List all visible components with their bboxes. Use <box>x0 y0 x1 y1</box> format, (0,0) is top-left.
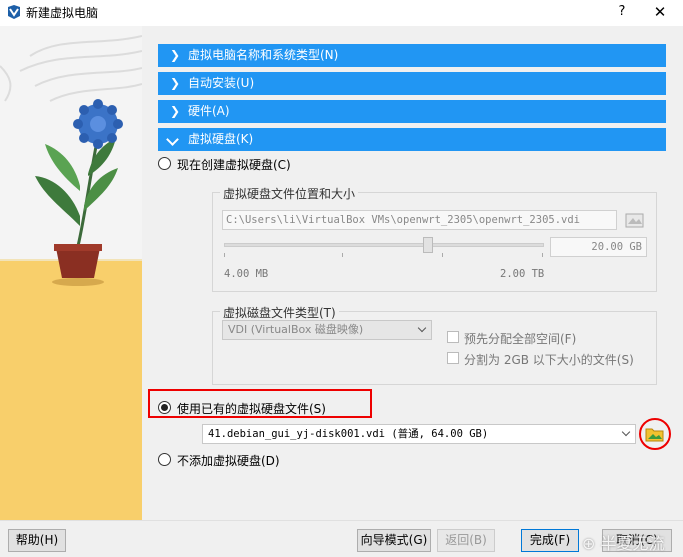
wizard-illustration <box>0 26 142 520</box>
virtualbox-icon <box>8 5 20 19</box>
chevron-down-icon <box>621 427 631 437</box>
section-name-os[interactable]: ❯ 虚拟电脑名称和系统类型(N) <box>158 44 666 67</box>
prealloc-checkbox[interactable] <box>447 331 459 343</box>
split-label[interactable]: 分割为 2GB 以下大小的文件(S) <box>464 351 634 368</box>
slider-tick <box>342 253 343 257</box>
existing-disk-select[interactable]: 41.debian_gui_yj-disk001.vdi (普通, 64.00 … <box>202 424 636 444</box>
chevron-right-icon: ❯ <box>170 48 181 62</box>
slider-tick <box>542 253 543 257</box>
slider-tick <box>224 253 225 257</box>
chevron-down-icon <box>417 323 427 333</box>
chevron-right-icon: ❯ <box>170 76 181 90</box>
create-new-disk-label[interactable]: 现在创建虚拟硬盘(C) <box>177 156 291 173</box>
slider-min-label: 4.00 MB <box>224 268 269 280</box>
disk-type-select[interactable]: VDI (VirtualBox 磁盘映像) <box>222 320 432 340</box>
create-new-disk-radio[interactable] <box>158 157 171 170</box>
disk-size-field[interactable]: 20.00 GB <box>550 237 647 257</box>
existing-disk-value: 41.debian_gui_yj-disk001.vdi (普通, 64.00 … <box>208 428 489 440</box>
section-hard-disk[interactable]: 虚拟硬盘(K) <box>158 128 666 151</box>
disk-location-group-title: 虚拟硬盘文件位置和大小 <box>220 185 359 202</box>
close-button[interactable]: ✕ <box>648 2 672 22</box>
section-label: 硬件(A) <box>188 104 230 118</box>
split-checkbox[interactable] <box>447 352 459 364</box>
plant-illustration <box>0 26 142 520</box>
no-disk-label[interactable]: 不添加虚拟硬盘(D) <box>177 452 280 469</box>
finish-button[interactable]: 完成(F) <box>521 529 579 552</box>
watermark: ⊕ 半夏无流 <box>582 534 665 553</box>
guided-mode-button[interactable]: 向导模式(G) <box>357 529 431 552</box>
button-bar: 帮助(H) 向导模式(G) 返回(B) 完成(F) 取消(C) <box>0 520 683 557</box>
disk-type-value: VDI (VirtualBox 磁盘映像) <box>228 323 364 336</box>
help-title-button[interactable]: ? <box>610 2 634 22</box>
help-button[interactable]: 帮助(H) <box>8 529 66 552</box>
section-hardware[interactable]: ❯ 硬件(A) <box>158 100 666 123</box>
slider-max-label: 2.00 TB <box>500 268 545 280</box>
title-bar: 新建虚拟电脑 ? ✕ <box>0 0 683 26</box>
use-existing-disk-label[interactable]: 使用已有的虚拟硬盘文件(S) <box>177 400 326 417</box>
disk-size-slider-handle[interactable] <box>423 237 433 253</box>
section-label: 自动安装(U) <box>188 76 255 90</box>
choose-disk-file-icon[interactable] <box>645 425 665 443</box>
disk-type-group-title: 虚拟磁盘文件类型(T) <box>220 304 339 321</box>
disk-size-slider-track[interactable] <box>224 243 544 247</box>
disk-path-field[interactable]: C:\Users\li\VirtualBox VMs\openwrt_2305\… <box>222 210 617 230</box>
slider-tick <box>442 253 443 257</box>
section-label: 虚拟电脑名称和系统类型(N) <box>188 48 339 62</box>
use-existing-disk-radio[interactable] <box>158 401 171 414</box>
chevron-down-icon <box>166 133 179 146</box>
folder-browse-icon[interactable] <box>625 211 645 229</box>
window-title: 新建虚拟电脑 <box>26 6 99 20</box>
no-disk-radio[interactable] <box>158 453 171 466</box>
chevron-right-icon: ❯ <box>170 104 181 118</box>
section-label: 虚拟硬盘(K) <box>188 132 254 146</box>
back-button[interactable]: 返回(B) <box>437 529 495 552</box>
wizard-content: ❯ 虚拟电脑名称和系统类型(N) ❯ 自动安装(U) ❯ 硬件(A) 虚拟硬盘(… <box>142 26 683 520</box>
section-unattended[interactable]: ❯ 自动安装(U) <box>158 72 666 95</box>
prealloc-label[interactable]: 预先分配全部空间(F) <box>464 330 576 347</box>
